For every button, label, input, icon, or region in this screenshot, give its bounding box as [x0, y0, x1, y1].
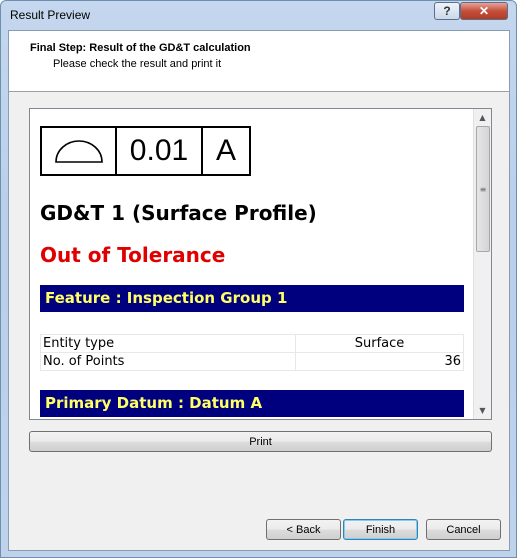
step-subtitle: Please check the result and print it — [53, 58, 222, 70]
tolerance-value: 0.01 — [117, 128, 203, 174]
table-row: Entity type Surface — [40, 334, 464, 353]
table-cell-label: Entity type — [40, 334, 296, 353]
tolerance-status: Out of Tolerance — [40, 243, 226, 267]
dialog-client-area: Final Step: Result of the GD&T calculati… — [8, 30, 510, 551]
scroll-thumb[interactable]: ≡ — [476, 126, 490, 252]
vertical-scrollbar[interactable]: ▲ ≡ ▼ — [473, 109, 491, 419]
title-bar[interactable]: Result Preview ? ✕ — [1, 1, 516, 29]
table-cell-value: Surface — [295, 334, 464, 353]
help-button[interactable]: ? — [434, 2, 460, 20]
feature-table: Entity type Surface No. of Points 36 — [40, 334, 464, 371]
table-cell-value: 36 — [295, 352, 464, 371]
surface-profile-icon — [42, 128, 117, 174]
table-row: No. of Points 36 — [40, 352, 464, 371]
gdt-title: GD&T 1 (Surface Profile) — [40, 201, 317, 225]
finish-button[interactable]: Finish — [343, 519, 418, 540]
cancel-button[interactable]: Cancel — [426, 519, 501, 540]
print-button[interactable]: Print — [29, 431, 492, 452]
window-title: Result Preview — [10, 8, 91, 22]
wizard-header: Final Step: Result of the GD&T calculati… — [9, 31, 509, 92]
scroll-up-arrow-icon[interactable]: ▲ — [474, 109, 491, 126]
datum-section-header: Primary Datum : Datum A — [40, 390, 464, 417]
result-preview-pane[interactable]: 0.01 A GD&T 1 (Surface Profile) Out of T… — [29, 108, 492, 420]
scroll-down-arrow-icon[interactable]: ▼ — [474, 402, 491, 419]
table-cell-label: No. of Points — [40, 352, 296, 371]
result-preview-window: Result Preview ? ✕ Final Step: Result of… — [0, 0, 517, 558]
back-button[interactable]: < Back — [266, 519, 341, 540]
feature-control-frame: 0.01 A — [40, 126, 251, 176]
feature-section-header: Feature : Inspection Group 1 — [40, 285, 464, 312]
datum-reference: A — [215, 134, 236, 167]
close-button[interactable]: ✕ — [460, 2, 508, 20]
step-title: Final Step: Result of the GD&T calculati… — [30, 42, 251, 54]
